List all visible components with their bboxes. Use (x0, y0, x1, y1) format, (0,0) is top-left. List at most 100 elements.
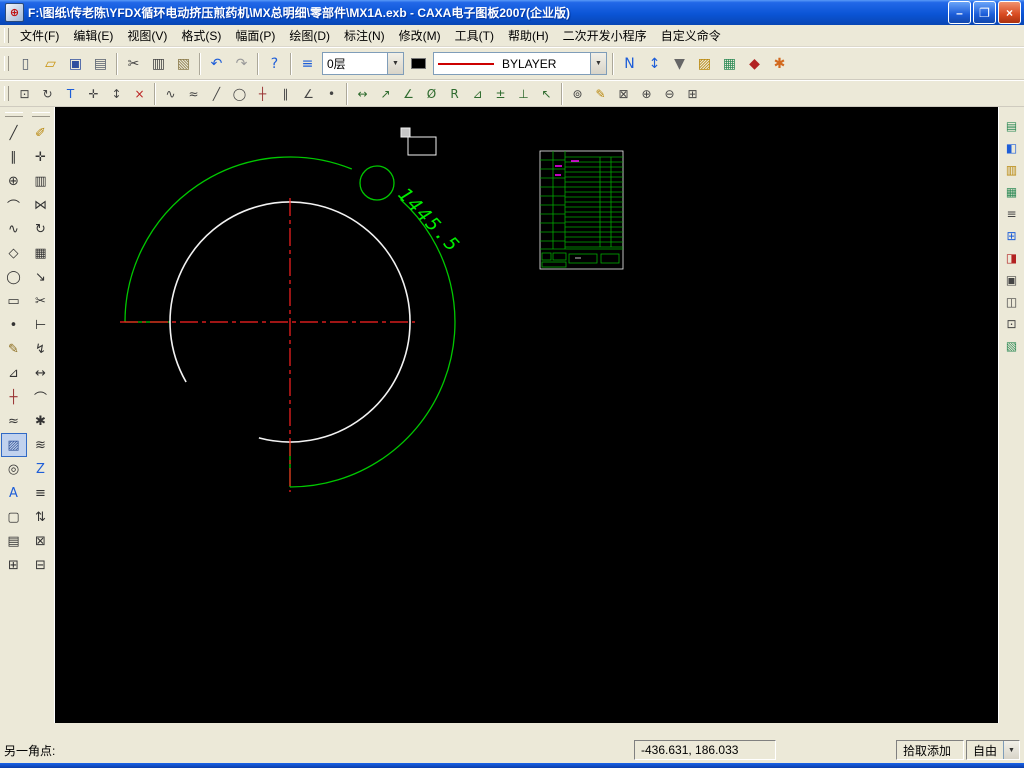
zoom-in-button[interactable]: ⊕ (635, 82, 658, 105)
equidistant-line-button[interactable]: ∥ (274, 82, 297, 105)
toolbar-grip[interactable] (4, 112, 23, 117)
sheet-operations-button[interactable]: ▤ (1000, 115, 1023, 136)
small-rect-feature[interactable] (400, 127, 437, 156)
style-manager-button[interactable]: ▨ (692, 51, 717, 76)
color-button[interactable] (406, 51, 431, 76)
wave-line-tool[interactable]: ≈ (1, 409, 27, 433)
point-tool[interactable]: • (1, 313, 27, 337)
flip-tool[interactable]: ⇅ (28, 505, 54, 529)
tangent-circle-button[interactable]: ◯ (228, 82, 251, 105)
frame-tool[interactable]: ▢ (1, 505, 27, 529)
toolbar-grip[interactable] (31, 112, 50, 117)
menu-file[interactable]: 文件(F) (13, 25, 66, 46)
ellipse-tool[interactable]: ◯ (1, 265, 27, 289)
redo-button[interactable]: ↷ (229, 51, 254, 76)
arc-tool[interactable]: ⌒ (1, 193, 27, 217)
view-3d-button[interactable]: ◧ (1000, 137, 1023, 158)
menu-addons[interactable]: 二次开发小程序 (556, 25, 654, 46)
copy-tool[interactable]: ▥ (28, 169, 54, 193)
layer-combo[interactable]: 0层 ▼ (322, 52, 404, 75)
aligned-dim-button[interactable]: ↗ (374, 82, 397, 105)
paste-button[interactable]: ▧ (171, 51, 196, 76)
explode-tool[interactable]: ✱ (28, 409, 54, 433)
trim-tool[interactable]: ✂ (28, 289, 54, 313)
leader-dim-button[interactable]: ↖ (535, 82, 558, 105)
menu-edit[interactable]: 编辑(E) (66, 25, 120, 46)
part-library-button[interactable]: ▦ (1000, 181, 1023, 202)
property-brush-tool[interactable]: ✐ (28, 121, 54, 145)
toolbar1-grip[interactable] (4, 56, 9, 71)
layer-button[interactable]: ≡ (295, 51, 320, 76)
dynamic-zoom-button[interactable]: ↕ (105, 82, 128, 105)
linear-dim-button[interactable]: ↔ (351, 82, 374, 105)
snap-mode-combo[interactable]: 自由 ▼ (966, 740, 1020, 760)
wave-line-button[interactable]: ≈ (182, 82, 205, 105)
datum-dim-button[interactable]: ⊥ (512, 82, 535, 105)
symbol-library-button[interactable]: ▧ (1000, 335, 1023, 356)
system-settings-button[interactable]: ⊡ (1000, 313, 1023, 334)
help-button[interactable]: ? (262, 51, 287, 76)
pick-mode-indicator[interactable]: 拾取添加 (896, 740, 964, 760)
save-button[interactable]: ▣ (63, 51, 88, 76)
dimension-text[interactable]: 1445.5 (393, 183, 464, 257)
block-tool[interactable]: ⊞ (1, 553, 27, 577)
group-tool[interactable]: ⊟ (28, 553, 54, 577)
paste-special-button[interactable]: ▥ (1000, 159, 1023, 180)
menubar-grip[interactable] (4, 28, 9, 43)
menu-help[interactable]: 帮助(H) (501, 25, 556, 46)
title-block-tool[interactable]: ▤ (1, 529, 27, 553)
linetype-combo[interactable]: BYLAYER ▼ (433, 52, 607, 75)
menu-draw[interactable]: 绘图(D) (282, 25, 337, 46)
angle-dim-button[interactable]: ∠ (397, 82, 420, 105)
new-button[interactable]: ▯ (13, 51, 38, 76)
fillet-tool[interactable]: ⌒ (28, 385, 54, 409)
wizard-button[interactable]: ✱ (767, 51, 792, 76)
move-tool[interactable]: ✛ (28, 145, 54, 169)
ole-object-button[interactable]: ◨ (1000, 247, 1023, 268)
menu-view[interactable]: 视图(V) (120, 25, 174, 46)
chevron-down-icon[interactable]: ▼ (590, 53, 606, 74)
menu-tools[interactable]: 工具(T) (448, 25, 501, 46)
radius-dim-button[interactable]: R (443, 82, 466, 105)
zoom-extent-button[interactable]: ⊞ (681, 82, 704, 105)
hide-tool[interactable]: Z (28, 457, 54, 481)
center-axis-tool[interactable]: ┼ (1, 385, 27, 409)
restore-button[interactable]: ❐ (973, 1, 996, 24)
cut-button[interactable]: ✂ (121, 51, 146, 76)
offset-tool[interactable]: ≋ (28, 433, 54, 457)
dynamic-pan-button[interactable]: ✛ (82, 82, 105, 105)
drawing-canvas[interactable]: 1445.5 (55, 107, 998, 723)
stretch-tool[interactable]: ↔ (28, 361, 54, 385)
align-tool[interactable]: ≡ (28, 481, 54, 505)
close-button[interactable]: × (998, 1, 1021, 24)
edit-pen-button[interactable]: ✎ (589, 82, 612, 105)
angle-line-button[interactable]: ∠ (297, 82, 320, 105)
table-button[interactable]: ▣ (1000, 269, 1023, 290)
centerlines[interactable] (120, 198, 415, 492)
text-tool[interactable]: A (1, 481, 27, 505)
circle-tool[interactable]: ⊕ (1, 169, 27, 193)
break-tool[interactable]: ↯ (28, 337, 54, 361)
parallel-line-tool[interactable]: ∥ (1, 145, 27, 169)
point-button[interactable]: • (320, 82, 343, 105)
zoom-out-button[interactable]: ⊖ (658, 82, 681, 105)
rectangle-tool[interactable]: ▭ (1, 289, 27, 313)
show-all-button[interactable]: ⊡ (13, 82, 36, 105)
nav-toggle-button[interactable]: N (617, 51, 642, 76)
menu-custom-command[interactable]: 自定义命令 (654, 25, 728, 46)
chevron-down-icon[interactable]: ▼ (1003, 741, 1019, 759)
menu-modify[interactable]: 修改(M) (392, 25, 448, 46)
module-manager-button[interactable]: ▦ (717, 51, 742, 76)
minimize-button[interactable]: – (948, 1, 971, 24)
undo-button[interactable]: ↶ (204, 51, 229, 76)
spline-tool[interactable]: ∿ (1, 217, 27, 241)
options-button[interactable]: ◆ (742, 51, 767, 76)
block-manager-button[interactable]: ⊞ (1000, 225, 1023, 246)
array-tool[interactable]: ▦ (28, 241, 54, 265)
scale-tool[interactable]: ↘ (28, 265, 54, 289)
two-point-line-button[interactable]: ╱ (205, 82, 228, 105)
text-display-button[interactable]: T (59, 82, 82, 105)
snap-mode-button[interactable]: ↕ (642, 51, 667, 76)
zoom-select-button[interactable]: ⊚ (566, 82, 589, 105)
tolerance-dim-button[interactable]: ± (489, 82, 512, 105)
